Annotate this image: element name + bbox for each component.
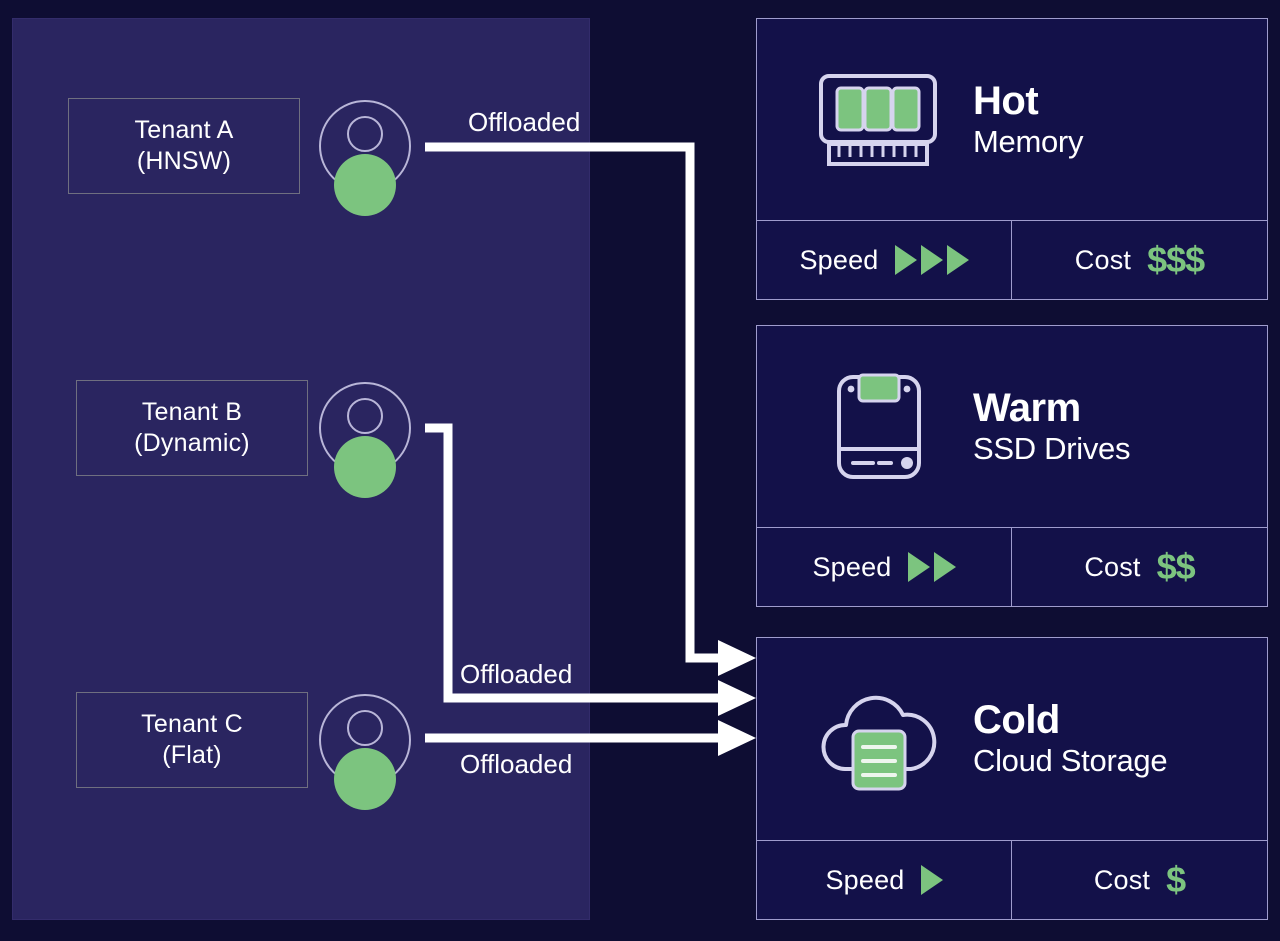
speed-cell: Speed bbox=[757, 221, 1012, 299]
speed-triangle-icon bbox=[920, 245, 943, 275]
tier-text: Warm SSD Drives bbox=[973, 385, 1131, 468]
tier-card-warm[interactable]: Warm SSD Drives Speed Cost $$ bbox=[756, 325, 1268, 607]
tier-title: Cold bbox=[973, 698, 1060, 742]
cost-label: Cost bbox=[1074, 244, 1132, 275]
cost-value: $ bbox=[1166, 859, 1186, 900]
speed-triangle-icon bbox=[933, 552, 956, 582]
cost-label: Cost bbox=[1093, 864, 1151, 895]
speed-label: Speed bbox=[825, 864, 905, 895]
cost-value: $$$ bbox=[1147, 239, 1205, 280]
speed-rating-icons bbox=[894, 245, 969, 275]
ram-memory-stick-icon bbox=[815, 62, 941, 178]
speed-rating-icons bbox=[907, 552, 956, 582]
tier-title: Hot bbox=[973, 78, 1039, 123]
connector-label-tenant-a: Offloaded bbox=[468, 107, 581, 137]
tier-card-body: Cold Cloud Storage bbox=[757, 638, 1267, 841]
speed-cell: Speed bbox=[757, 528, 1012, 606]
tier-subtitle: Cloud Storage bbox=[973, 743, 1168, 778]
tier-card-body: Warm SSD Drives bbox=[757, 326, 1267, 528]
cost-value: $$ bbox=[1156, 546, 1196, 587]
connector-tenant-a-to-cold bbox=[425, 142, 722, 663]
connector-tenant-b-to-cold bbox=[425, 423, 722, 703]
tier-footer: Speed Cost $ bbox=[757, 841, 1267, 919]
speed-rating-icons bbox=[920, 865, 943, 895]
cost-cell: Cost $ bbox=[1012, 841, 1267, 919]
tier-subtitle: Memory bbox=[973, 123, 1084, 159]
ssd-drive-icon bbox=[815, 369, 941, 485]
speed-triangle-icon bbox=[894, 245, 917, 275]
tier-card-hot[interactable]: Hot Memory Speed Cost $$$ bbox=[756, 18, 1268, 300]
speed-triangle-icon bbox=[946, 245, 969, 275]
tier-subtitle: SSD Drives bbox=[973, 430, 1131, 466]
tier-title: Warm bbox=[973, 385, 1081, 430]
speed-label: Speed bbox=[812, 551, 892, 582]
tier-footer: Speed Cost $$ bbox=[757, 528, 1267, 606]
tier-card-cold[interactable]: Cold Cloud Storage Speed Cost $ bbox=[756, 637, 1268, 920]
cost-cell: Cost $$ bbox=[1012, 528, 1267, 606]
speed-cell: Speed bbox=[757, 841, 1012, 919]
tier-text: Cold Cloud Storage bbox=[973, 698, 1168, 780]
speed-triangle-icon bbox=[907, 552, 930, 582]
cost-label: Cost bbox=[1084, 551, 1141, 582]
tier-text: Hot Memory bbox=[973, 79, 1083, 161]
connector-label-tenant-b: Offloaded bbox=[460, 659, 573, 689]
speed-label: Speed bbox=[799, 244, 879, 275]
arrowhead-tenant-b bbox=[718, 680, 756, 716]
cost-cell: Cost $$$ bbox=[1012, 221, 1267, 299]
speed-triangle-icon bbox=[920, 865, 943, 895]
cloud-storage-icon bbox=[815, 681, 941, 797]
connector-label-tenant-c: Offloaded bbox=[460, 749, 573, 779]
tier-card-body: Hot Memory bbox=[757, 19, 1267, 221]
tier-footer: Speed Cost $$$ bbox=[757, 221, 1267, 299]
arrowhead-tenant-a bbox=[718, 640, 756, 676]
arrowhead-tenant-c bbox=[718, 720, 756, 756]
diagram-canvas: Tenant A (HNSW) Tenant B (Dynamic) Tenan… bbox=[0, 0, 1280, 941]
